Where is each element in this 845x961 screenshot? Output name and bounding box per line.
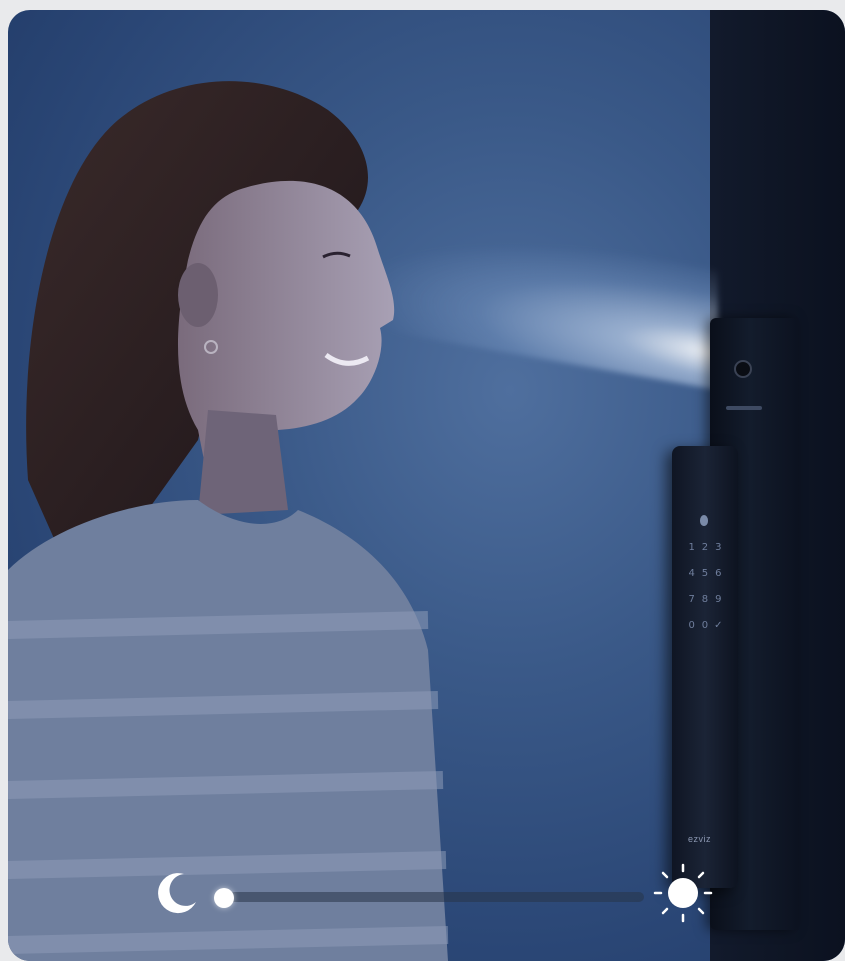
brand-logo: ezviz	[688, 834, 712, 844]
sun-icon[interactable]	[652, 862, 714, 924]
keypad-key: 1	[688, 542, 695, 553]
keypad-key: 5	[701, 568, 709, 579]
keypad-key: 6	[715, 568, 722, 579]
day-night-slider-track[interactable]	[228, 892, 644, 902]
keypad-key: 4	[688, 568, 695, 579]
day-night-slider-thumb[interactable]	[214, 888, 234, 908]
keypad-key: ✓	[714, 620, 723, 631]
keypad-key: 2	[701, 542, 709, 553]
lock-sensor-slot	[726, 406, 762, 410]
keypad-key: 0	[688, 620, 695, 631]
photo-frame: 1 2 3 4 5 6 7 8 9 0 0 ✓ ezviz	[8, 10, 845, 961]
keypad-key: 3	[715, 542, 722, 553]
keypad-key: 0	[701, 620, 709, 631]
face-recognition-camera	[734, 360, 752, 378]
keypad-key: 8	[701, 594, 709, 605]
fingerprint-sensor-icon	[700, 515, 708, 526]
smart-lock-handle	[672, 446, 738, 888]
woman-portrait	[8, 81, 449, 961]
lock-keypad: 1 2 3 4 5 6 7 8 9 0 0 ✓	[685, 542, 725, 631]
keypad-key: 9	[715, 594, 722, 605]
moon-icon[interactable]	[156, 870, 200, 914]
keypad-key: 7	[688, 594, 695, 605]
